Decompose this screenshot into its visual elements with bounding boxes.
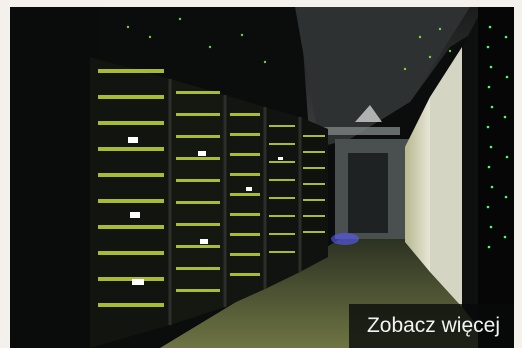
server-aisle-illustration [10, 7, 514, 348]
server-room-photo[interactable]: Zobacz więcej [10, 7, 514, 348]
image-card[interactable]: Zobacz więcej [0, 0, 522, 348]
see-more-button[interactable]: Zobacz więcej [348, 304, 514, 348]
